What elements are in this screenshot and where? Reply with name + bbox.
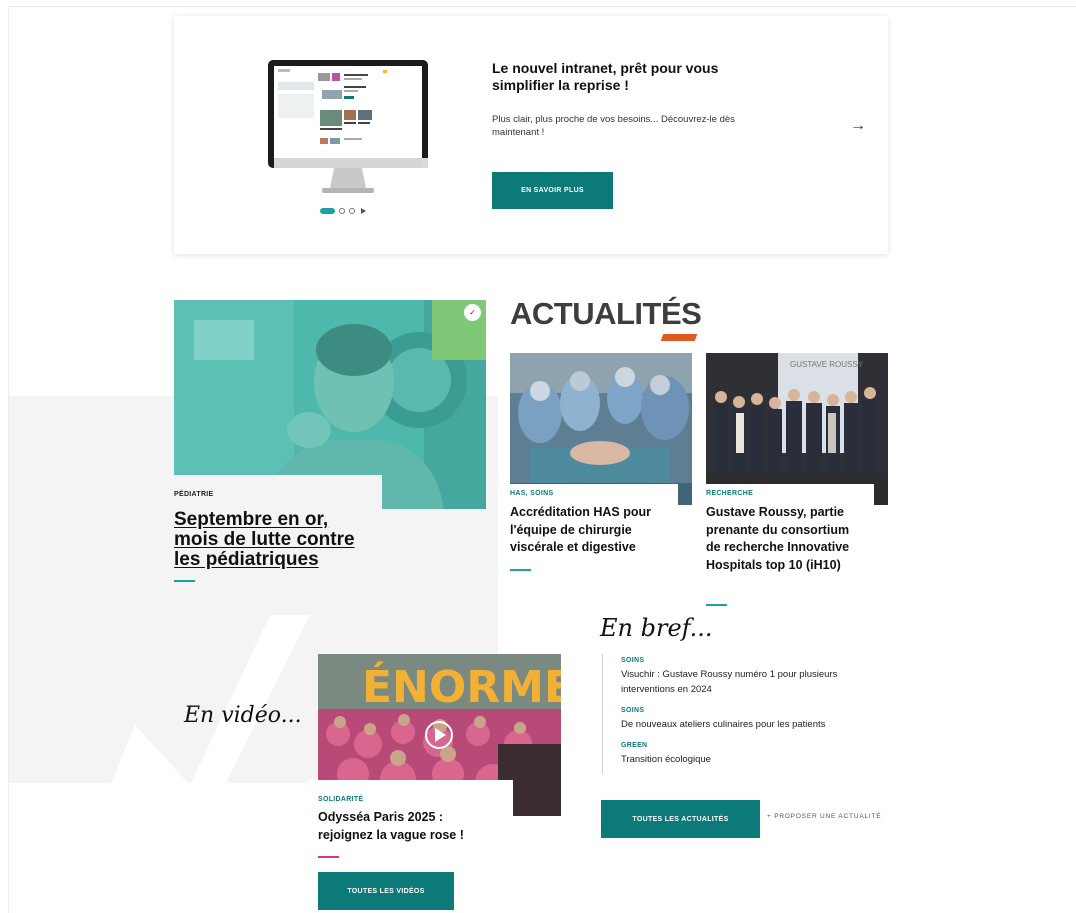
featured-accent-bar xyxy=(174,580,195,582)
propose-news-link[interactable]: + PROPOSER UNE ACTUALITÉ xyxy=(767,813,881,820)
banner-sign-text: GUSTAVE ROUSSY xyxy=(790,360,864,369)
monitor-illustration xyxy=(268,60,428,193)
frame-top-line xyxy=(8,6,1076,7)
bref-item[interactable]: SOINS Visuchir : Gustave Roussy numéro 1… xyxy=(603,654,872,704)
carousel-dot-active[interactable] xyxy=(320,208,335,214)
bref-item-text[interactable]: De nouveaux ateliers culinaires pour les… xyxy=(621,717,872,732)
en-bref-heading: En bref... xyxy=(600,614,713,642)
carousel-play-icon[interactable] xyxy=(361,208,366,214)
carousel-next-arrow-icon[interactable]: → xyxy=(850,117,866,135)
featured-article-title-link[interactable]: Septembre en or, mois de lutte contre le… xyxy=(174,510,374,570)
hero-title: Le nouvel intranet, prêt pour vous simpl… xyxy=(492,60,719,93)
actualites-heading-underline xyxy=(660,334,698,341)
news-accent-bar xyxy=(706,604,727,606)
video-tag: SOLIDARITÉ xyxy=(318,796,364,803)
featured-check-badge-icon: ✓ xyxy=(464,304,481,321)
news-title-link[interactable]: Gustave Roussy, partie prenante du conso… xyxy=(706,504,866,574)
bref-item-tag: GREEN xyxy=(621,742,648,749)
background-check-mark-decoration xyxy=(110,615,310,785)
news-image-consortium[interactable]: GUSTAVE ROUSSY xyxy=(706,353,888,505)
bref-item[interactable]: SOINS De nouveaux ateliers culinaires po… xyxy=(603,704,872,739)
news-tag: HAS, SOINS xyxy=(510,490,554,497)
surgery-photo xyxy=(510,353,692,505)
news-image-surgery[interactable] xyxy=(510,353,692,505)
hero-carousel-card: Le nouvel intranet, prêt pour vous simpl… xyxy=(174,16,888,254)
consortium-group-photo: GUSTAVE ROUSSY xyxy=(706,353,888,505)
carousel-dot[interactable] xyxy=(339,208,345,214)
bref-item-tag: SOINS xyxy=(621,657,645,664)
all-videos-button[interactable]: TOUTES LES VIDÉOS xyxy=(318,872,454,910)
all-news-button[interactable]: TOUTES LES ACTUALITÉS xyxy=(601,800,760,838)
en-video-heading: En vidéo... xyxy=(184,703,302,728)
bref-item-text[interactable]: Visuchir : Gustave Roussy numéro 1 pour … xyxy=(621,667,872,697)
video-accent-bar xyxy=(318,856,339,858)
news-accent-bar xyxy=(510,569,531,571)
hero-description: Plus clair, plus proche de vos besoins..… xyxy=(492,114,735,138)
learn-more-button[interactable]: EN SAVOIR PLUS xyxy=(492,172,613,209)
carousel-pagination xyxy=(320,208,366,214)
en-bref-list: SOINS Visuchir : Gustave Roussy numéro 1… xyxy=(602,654,872,774)
news-title-link[interactable]: Accréditation HAS pour l'équipe de chiru… xyxy=(510,504,675,557)
bref-item-tag: SOINS xyxy=(621,707,645,714)
featured-article-tag: PÉDIATRIE xyxy=(174,491,214,498)
video-title-link[interactable]: Odysséa Paris 2025 : rejoignez la vague … xyxy=(318,809,498,844)
actualites-heading: ACTUALITÉS xyxy=(510,296,702,331)
carousel-dot[interactable] xyxy=(349,208,355,214)
bref-item[interactable]: GREEN Transition écologique xyxy=(603,739,872,774)
bref-item-text[interactable]: Transition écologique xyxy=(621,752,872,767)
news-tag: RECHERCHE xyxy=(706,490,754,497)
video-banner-text: ÉNORME xyxy=(362,660,561,713)
